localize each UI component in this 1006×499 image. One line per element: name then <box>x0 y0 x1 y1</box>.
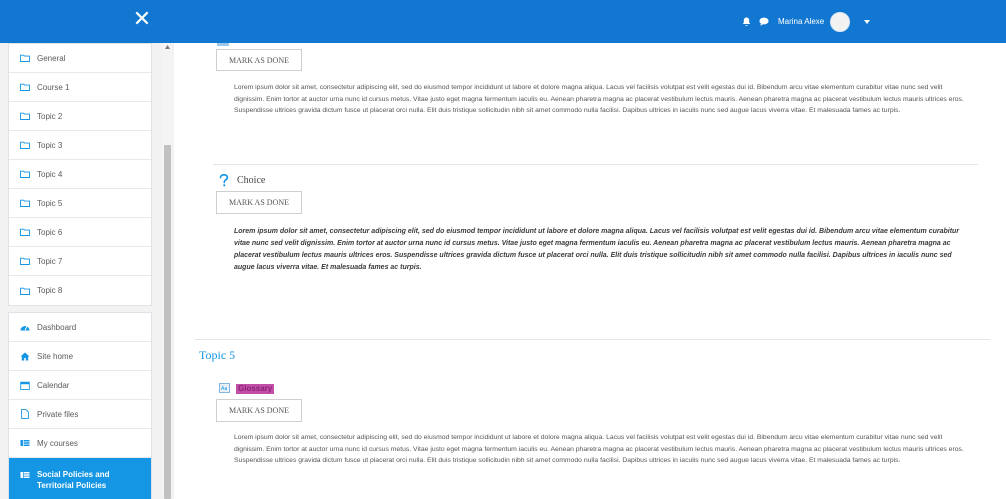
sidebar-scrollbar-thumb[interactable] <box>164 145 171 499</box>
activity-divider <box>213 164 978 165</box>
username[interactable]: Marina Alexe <box>778 17 824 26</box>
sidebar-item-my-courses[interactable]: My courses <box>9 429 151 458</box>
folder-icon <box>19 140 30 150</box>
sidebar: General Course 1 Topic 2 Topic 3 Topic 4… <box>0 43 174 499</box>
glossary-title-text: Glossary <box>238 384 273 393</box>
sidebar-item-label: My courses <box>37 438 78 448</box>
sidebar-item-label: Social Policies and Territorial Policies <box>37 469 109 491</box>
courses-icon <box>19 470 30 480</box>
folder-icon <box>19 82 30 92</box>
folder-icon <box>19 227 30 237</box>
sidebar-item-general[interactable]: General <box>9 44 151 73</box>
scroll-up-icon[interactable] <box>163 44 171 50</box>
sidebar-item-label: Topic 5 <box>37 198 63 208</box>
sidebar-item-label: Topic 8 <box>37 286 63 295</box>
sidebar-item-topic-2[interactable]: Topic 2 <box>9 102 151 131</box>
sidebar-item-topic-7[interactable]: Topic 7 <box>9 247 151 276</box>
course-content: MARK AS DONE Lorem ipsum dolor sit amet,… <box>195 43 990 499</box>
folder-icon <box>19 169 30 179</box>
activity-icon <box>217 43 229 46</box>
sidebar-item-label: Private files <box>37 409 79 419</box>
user-menu: Marina Alexe <box>740 0 872 43</box>
choice-title[interactable]: Choice <box>237 175 265 186</box>
close-icon[interactable]: ✕ <box>131 9 153 31</box>
sidebar-item-topic-8[interactable]: Topic 8 <box>9 276 151 305</box>
glossary-description: Lorem ipsum dolor sit amet, consectetur … <box>234 434 964 464</box>
question-icon <box>218 174 230 187</box>
sidebar-item-label: Calendar <box>37 380 70 390</box>
folder-icon <box>19 286 30 296</box>
sidebar-item-social-policies[interactable]: Social Policies and Territorial Policies <box>9 458 151 499</box>
activity-description: Lorem ipsum dolor sit amet, consectetur … <box>234 84 964 114</box>
chevron-down-icon[interactable] <box>862 17 872 27</box>
sidebar-item-label: Topic 6 <box>37 227 63 237</box>
sidebar-item-calendar[interactable]: Calendar <box>9 371 151 400</box>
active-label-line1: Social Policies and <box>37 470 110 479</box>
sidebar-item-label: Topic 7 <box>37 256 63 266</box>
svg-text:Aa: Aa <box>221 386 227 392</box>
glossary-icon: Aa <box>219 383 230 393</box>
sidebar-item-label: Topic 3 <box>37 140 63 150</box>
mark-as-done-button[interactable]: MARK AS DONE <box>216 399 302 422</box>
sidebar-item-topic-5[interactable]: Topic 5 <box>9 189 151 218</box>
top-navbar: ✕ Marina Alexe <box>0 0 1006 43</box>
mark-as-done-button[interactable]: MARK AS DONE <box>216 191 302 214</box>
chat-icon[interactable] <box>758 16 770 28</box>
sidebar-item-private-files[interactable]: Private files <box>9 400 151 429</box>
section-title-topic-5: Topic 5 <box>199 348 236 362</box>
sidebar-item-topic-4[interactable]: Topic 4 <box>9 160 151 189</box>
sidebar-item-site-home[interactable]: Site home <box>9 342 151 371</box>
choice-description: Lorem ipsum dolor sit amet, consectetur … <box>234 228 960 271</box>
mark-as-done-button[interactable]: MARK AS DONE <box>216 49 302 71</box>
site-navigation: Dashboard Site home Calendar Private fil… <box>8 312 152 499</box>
home-icon <box>19 351 30 361</box>
bell-icon[interactable] <box>740 16 752 28</box>
sidebar-item-course-1[interactable]: Course 1 <box>9 73 151 102</box>
course-sections: General Course 1 Topic 2 Topic 3 Topic 4… <box>8 43 152 306</box>
calendar-icon <box>19 380 30 390</box>
folder-icon <box>19 111 30 121</box>
sidebar-item-label: Course 1 <box>37 82 70 92</box>
dashboard-icon <box>19 322 30 332</box>
file-icon <box>19 409 30 419</box>
sidebar-item-label: Topic 4 <box>37 169 63 179</box>
sidebar-item-topic-3[interactable]: Topic 3 <box>9 131 151 160</box>
avatar[interactable] <box>830 11 851 32</box>
folder-icon <box>19 53 30 63</box>
sidebar-item-label: General <box>37 53 66 63</box>
glossary-title[interactable]: Glossary <box>236 384 275 394</box>
sidebar-item-topic-6[interactable]: Topic 6 <box>9 218 151 247</box>
folder-icon <box>19 256 30 266</box>
folder-icon <box>19 198 30 208</box>
sidebar-item-dashboard[interactable]: Dashboard <box>9 313 151 342</box>
active-label-line2: Territorial Policies <box>37 481 107 490</box>
sidebar-item-label: Dashboard <box>37 322 77 332</box>
sidebar-item-label: Site home <box>37 351 74 361</box>
section-divider <box>195 339 990 340</box>
courses-icon <box>19 438 30 448</box>
sidebar-item-label: Topic 2 <box>37 111 63 121</box>
